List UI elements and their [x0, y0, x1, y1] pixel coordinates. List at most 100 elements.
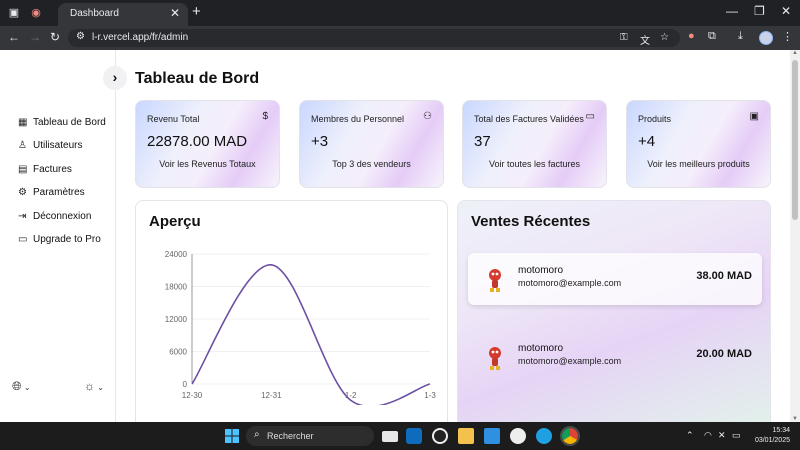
sidebar-toggle-button[interactable]: › — [103, 66, 127, 90]
task-view-icon[interactable] — [382, 431, 398, 442]
wifi-icon[interactable]: ◠ — [704, 430, 712, 441]
logout-icon: ⇥ — [18, 210, 27, 222]
extensions-icon[interactable]: ⧉ — [708, 30, 716, 43]
sidebar-item-dashboard[interactable]: ▦ Tableau de Bord — [18, 113, 106, 131]
sale-row[interactable]: motomoro motomoro@example.com 20.00 MAD — [468, 331, 762, 383]
chevron-right-icon: › — [112, 69, 118, 85]
card-link[interactable]: Voir les meilleurs produits — [627, 159, 770, 169]
clock-date: 03/01/2025 — [754, 437, 790, 444]
sidebar: ▦ Tableau de Bord ♙ Utilisateurs ▤ Factu… — [0, 50, 116, 422]
browser-menu-dots-icon[interactable]: ⋮ — [782, 30, 793, 43]
search-label: Rechercher — [267, 431, 314, 441]
file-explorer-icon[interactable] — [458, 428, 474, 444]
stat-card-revenue: Revenu Total $ 22878.00 MAD Voir les Rev… — [135, 100, 280, 188]
sidebar-item-label: Déconnexion — [33, 210, 92, 222]
y-tick-label: 24000 — [165, 250, 188, 259]
restore-icon[interactable]: ❐ — [754, 4, 765, 18]
chevron-down-icon: ⌄ — [21, 383, 31, 392]
media-player-icon[interactable] — [432, 428, 448, 444]
stat-card-staff: Membres du Personnel ⚇ +3 Top 3 des vend… — [299, 100, 444, 188]
reload-icon[interactable]: ↻ — [50, 30, 60, 44]
card-value: 37 — [474, 133, 491, 150]
sale-email: motomoro@example.com — [518, 278, 622, 288]
sidebar-item-invoices[interactable]: ▤ Factures — [18, 160, 72, 178]
page-scrollbar[interactable]: ▲ ▼ — [790, 50, 800, 422]
record-icon[interactable]: ◉ — [28, 5, 44, 21]
scrollbar-thumb[interactable] — [792, 60, 798, 220]
download-icon[interactable]: ⤓ — [738, 30, 743, 43]
site-info-icon[interactable]: ⚙ — [76, 31, 85, 42]
stat-card-products: Produits ▣ +4 Voir les meilleurs produit… — [626, 100, 771, 188]
forward-icon[interactable]: → — [29, 30, 41, 44]
sidebar-item-label: Upgrade to Pro — [33, 233, 101, 245]
github-icon[interactable] — [510, 428, 526, 444]
sidebar-item-settings[interactable]: ⚙ Paramètres — [18, 183, 85, 201]
new-tab-icon[interactable]: + — [192, 3, 201, 20]
tab-title: Dashboard — [70, 8, 119, 19]
avatar — [489, 269, 501, 292]
sun-icon: ☼ — [84, 379, 95, 393]
address-bar[interactable]: ⚙ l-r.vercel.app/fr/admin ⚿ 文 ☆ — [68, 29, 680, 47]
sidebar-item-upgrade[interactable]: ▭ Upgrade to Pro — [18, 230, 101, 248]
y-tick-label: 18000 — [165, 283, 188, 292]
x-tick-label: 12-31 — [261, 391, 282, 400]
sale-row[interactable]: motomoro motomoro@example.com 38.00 MAD — [468, 253, 762, 305]
card-title: Membres du Personnel — [311, 114, 405, 124]
scroll-up-icon[interactable]: ▲ — [792, 50, 798, 56]
card-link[interactable]: Voir les Revenus Totaux — [136, 159, 279, 169]
invoice-icon: ▤ — [18, 163, 28, 175]
card-value: +3 — [311, 133, 329, 150]
users-icon: ♙ — [18, 139, 27, 151]
globe-icon: 🌐︎ — [12, 379, 22, 393]
url-text[interactable]: l-r.vercel.app/fr/admin — [92, 32, 188, 43]
recent-sales-panel: Ventes Récentes motomoro motomoro@exampl… — [457, 200, 771, 422]
sidebar-item-logout[interactable]: ⇥ Déconnexion — [18, 207, 91, 225]
profile-avatar[interactable] — [759, 31, 773, 45]
close-tab-icon[interactable]: ✕ — [170, 6, 180, 20]
x-tick-label: 1-3 — [424, 391, 436, 400]
page-title: Tableau de Bord — [135, 70, 260, 87]
edge-icon[interactable] — [536, 428, 552, 444]
overview-panel: Aperçu 0 6000 12000 18000 24000 12-30 12-31 1-2… — [135, 200, 448, 422]
taskbar-search[interactable]: ⌕ Rechercher — [246, 426, 374, 446]
language-selector[interactable]: 🌐︎ ⌄ — [12, 379, 31, 394]
extension-record-icon[interactable]: ● — [688, 30, 695, 42]
y-tick-label: 0 — [183, 380, 188, 389]
sidebar-item-label: Utilisateurs — [33, 139, 83, 151]
outlook-icon[interactable] — [406, 428, 422, 444]
password-key-icon[interactable]: ⚿ — [620, 32, 628, 43]
speaker-muted-icon[interactable]: ✕ — [718, 430, 726, 441]
browser-tab-bar: ▣ ◉ Dashboard ✕ + — ❐ ✕ — [0, 0, 800, 26]
minimize-icon[interactable]: — — [726, 4, 738, 18]
back-icon[interactable]: ← — [8, 30, 20, 44]
y-tick-label: 6000 — [169, 348, 187, 357]
card-icon: ▭ — [18, 233, 28, 245]
card-link[interactable]: Voir toutes les factures — [463, 159, 606, 169]
search-icon: ⌕ — [254, 429, 260, 440]
overview-chart: 0600012000180002400012-30 12-31 1-2 1-3 — [165, 250, 436, 405]
tray-chevron-icon[interactable]: ⌃ — [686, 430, 694, 441]
browser-menu-icon[interactable]: ▣ — [6, 5, 22, 21]
card-link[interactable]: Top 3 des vendeurs — [300, 159, 443, 169]
sidebar-item-users[interactable]: ♙ Utilisateurs — [18, 136, 82, 154]
taskbar-clock[interactable]: 15:34 03/01/2025 — [755, 426, 790, 446]
battery-icon[interactable]: ▭ — [732, 430, 741, 441]
windows-start-icon[interactable] — [224, 428, 240, 444]
vscode-icon[interactable] — [484, 428, 500, 444]
window-close-icon[interactable]: ✕ — [781, 4, 791, 18]
bookmark-star-icon[interactable]: ☆ — [660, 32, 669, 43]
card-value: +4 — [638, 133, 656, 150]
sale-amount: 20.00 MAD — [696, 348, 752, 360]
dashboard-grid-icon: ▦ — [18, 116, 28, 128]
avatar — [489, 347, 501, 370]
y-tick-label: 12000 — [165, 315, 188, 324]
browser-tab[interactable]: Dashboard ✕ — [58, 3, 188, 26]
recent-sales-title: Ventes Récentes — [471, 213, 591, 230]
sale-name: motomoro — [518, 343, 564, 354]
chrome-icon[interactable] — [560, 426, 580, 446]
card-title: Produits — [638, 114, 672, 124]
theme-toggle[interactable]: ☼ ⌄ — [84, 379, 104, 393]
translate-icon[interactable]: 文 — [640, 32, 650, 47]
sale-email: motomoro@example.com — [518, 356, 622, 366]
card-title: Total des Factures Validées — [474, 114, 584, 124]
